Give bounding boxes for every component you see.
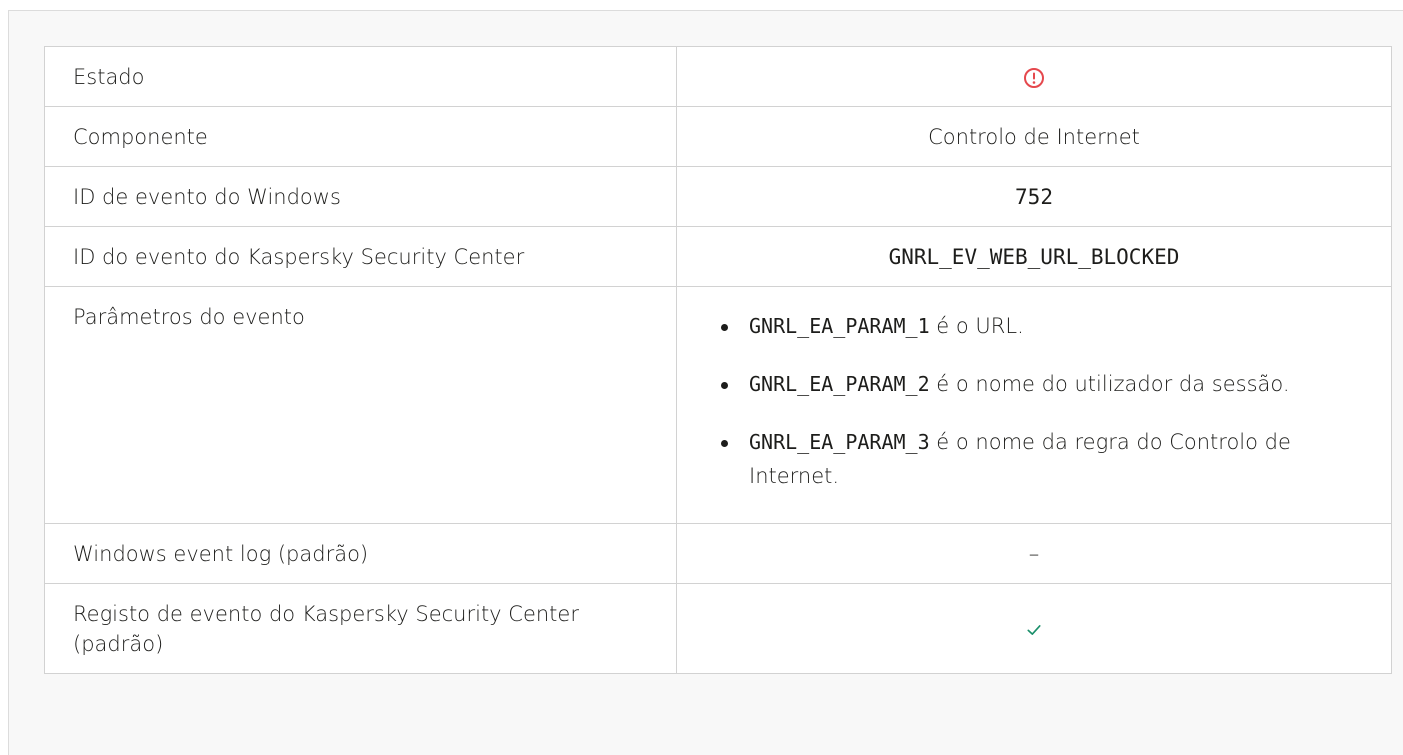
row-label: Componente — [44, 106, 677, 167]
row-label: ID de evento do Windows — [44, 166, 677, 227]
table-row-componente: Componente Controlo de Internet — [44, 106, 1392, 167]
content-panel: Estado Componente Controlo de Internet I… — [8, 10, 1403, 755]
table-row-event-parameters: Parâmetros do evento GNRL_EA_PARAM_1 é o… — [44, 286, 1392, 524]
row-label: ID do evento do Kaspersky Security Cente… — [44, 226, 677, 287]
row-label: Windows event log (padrão) — [44, 523, 677, 584]
row-label: Estado — [44, 46, 677, 107]
list-item: GNRL_EA_PARAM_3 é o nome da regra do Con… — [721, 425, 1309, 493]
params-list: GNRL_EA_PARAM_1 é o URL. GNRL_EA_PARAM_2… — [721, 309, 1371, 493]
list-item: GNRL_EA_PARAM_2 é o nome do utilizador d… — [721, 367, 1309, 401]
check-cell — [676, 583, 1392, 674]
table-row-windows-event-log: Windows event log (padrão) – — [44, 523, 1392, 584]
params-cell: GNRL_EA_PARAM_1 é o URL. GNRL_EA_PARAM_2… — [676, 286, 1392, 524]
row-label: Parâmetros do evento — [44, 286, 677, 524]
list-item: GNRL_EA_PARAM_1 é o URL. — [721, 309, 1309, 343]
param-code: GNRL_EA_PARAM_3 — [749, 430, 930, 454]
error-circle-icon — [1024, 68, 1044, 88]
row-value: GNRL_EV_WEB_URL_BLOCKED — [676, 226, 1392, 287]
row-value: 752 — [676, 166, 1392, 227]
table-row-ksc-event-id: ID do evento do Kaspersky Security Cente… — [44, 226, 1392, 287]
row-value: Controlo de Internet — [676, 106, 1392, 167]
param-text: é o URL. — [929, 314, 1024, 338]
row-value: – — [676, 523, 1392, 584]
table-row-estado: Estado — [44, 46, 1392, 107]
param-text: é o nome do utilizador da sessão. — [929, 372, 1290, 396]
event-properties-table: Estado Componente Controlo de Internet I… — [44, 46, 1392, 674]
table-row-windows-event-id: ID de evento do Windows 752 — [44, 166, 1392, 227]
check-icon — [1027, 625, 1041, 635]
row-label: Registo de evento do Kaspersky Security … — [44, 583, 677, 674]
param-code: GNRL_EA_PARAM_2 — [749, 372, 930, 396]
table-row-ksc-event-log: Registo de evento do Kaspersky Security … — [44, 583, 1392, 674]
param-code: GNRL_EA_PARAM_1 — [749, 314, 930, 338]
status-cell — [676, 46, 1392, 107]
